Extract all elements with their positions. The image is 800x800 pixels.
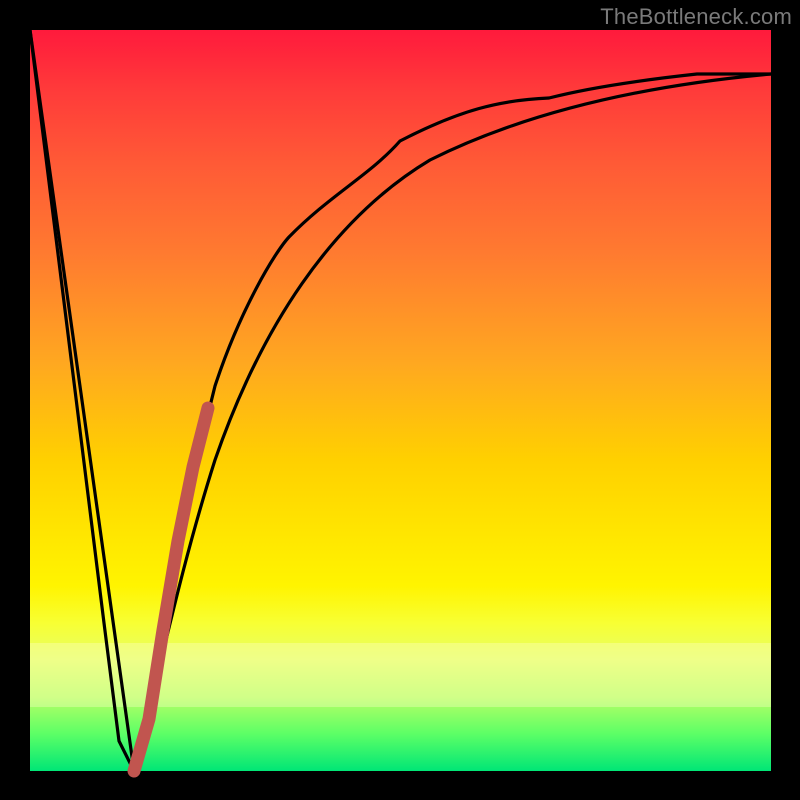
- highlight-segment: [134, 408, 208, 771]
- watermark-text: TheBottleneck.com: [600, 4, 792, 30]
- bottleneck-curve: [30, 30, 771, 771]
- plot-area: [30, 30, 771, 771]
- curve-layer: [30, 30, 771, 771]
- chart-frame: TheBottleneck.com: [0, 0, 800, 800]
